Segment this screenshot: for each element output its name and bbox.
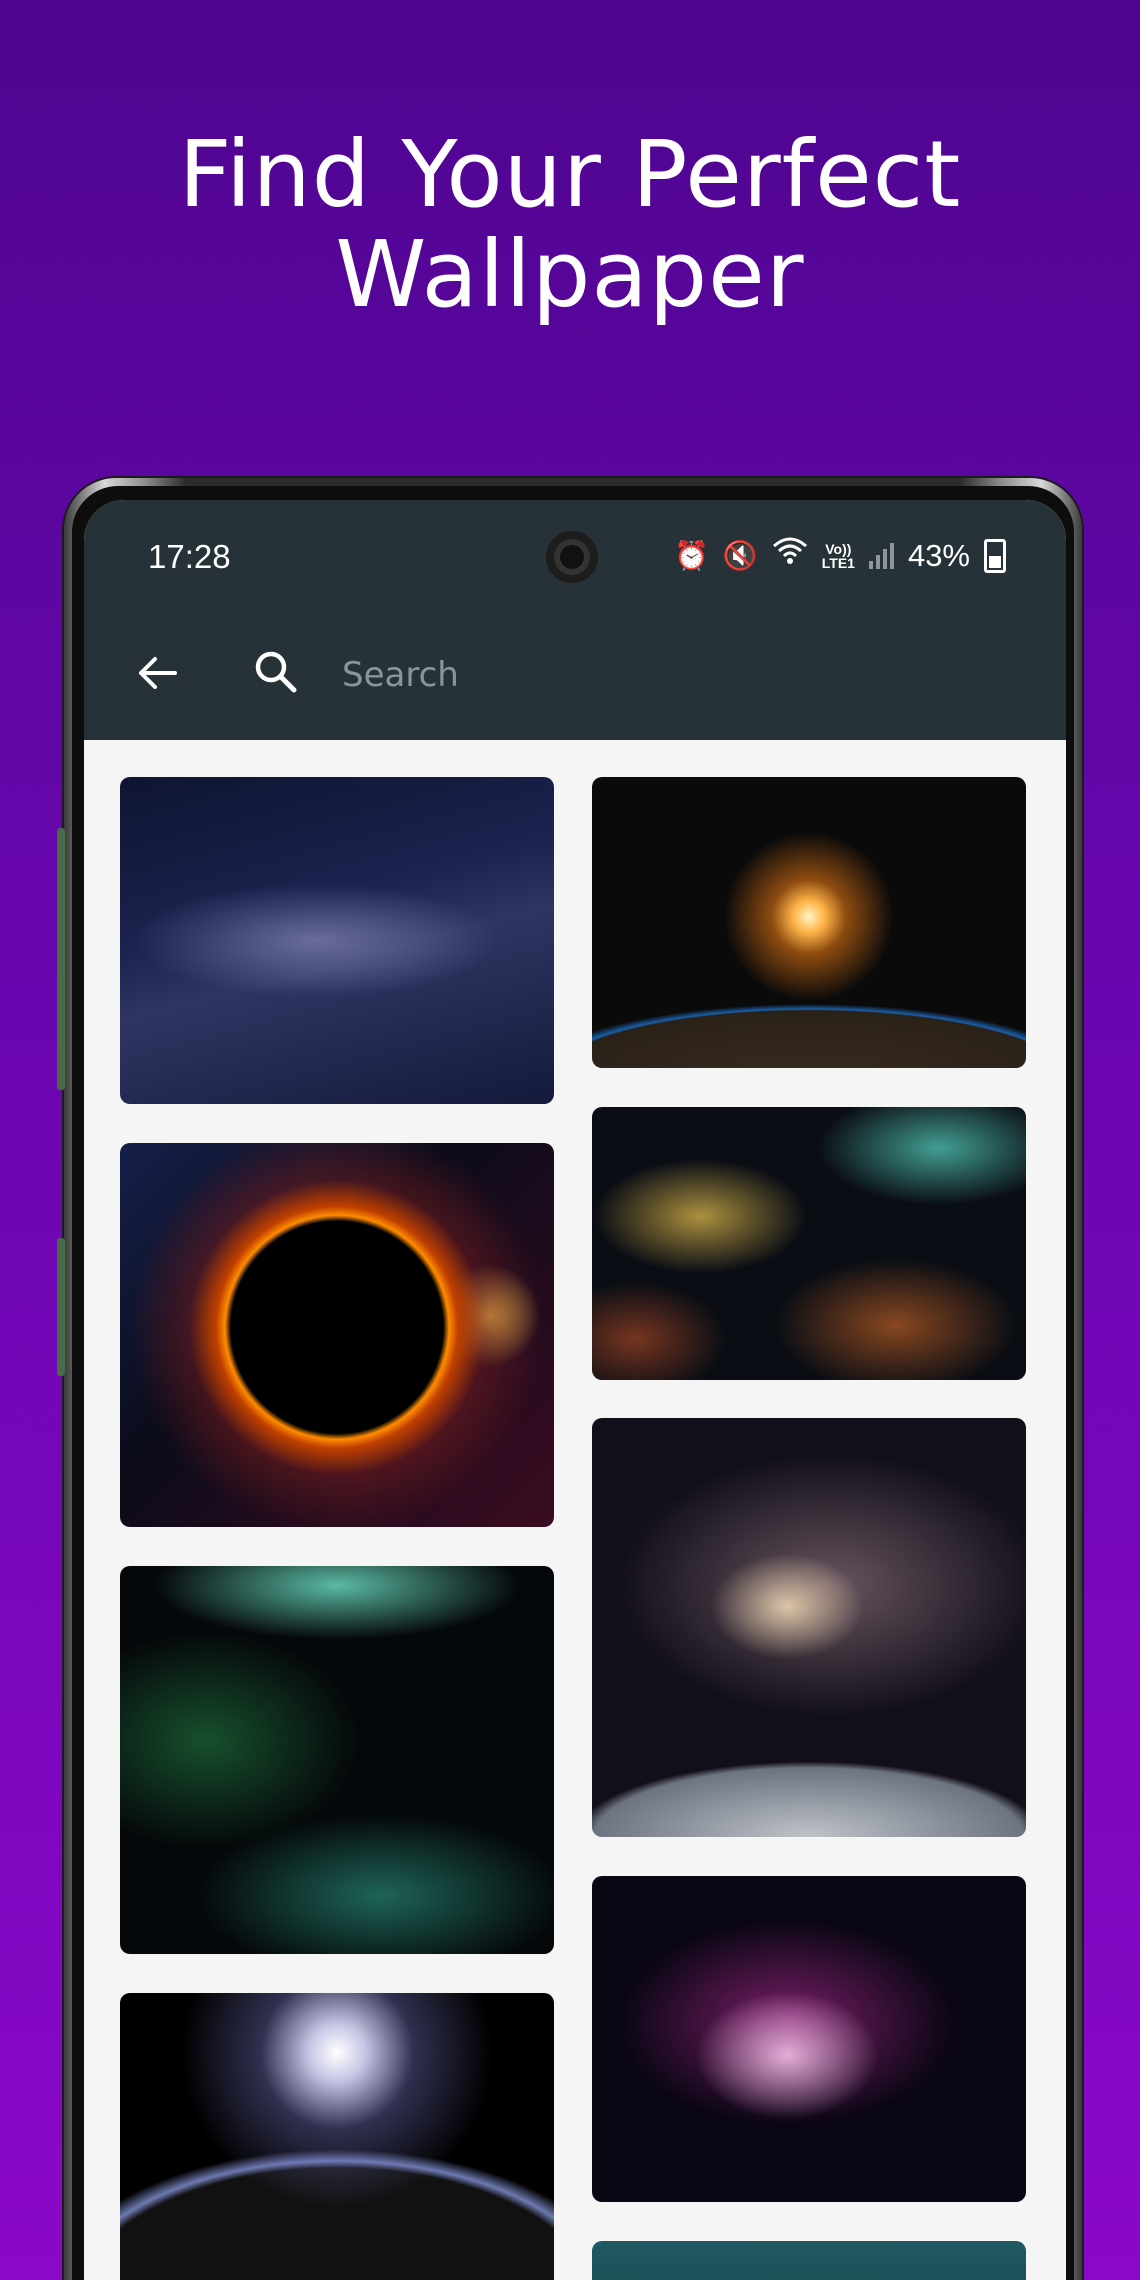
alarm-icon: ⏰	[674, 539, 709, 571]
app-bar: 17:28 ⏰ 🔇 Vo)) LTE1 43%	[84, 500, 1066, 740]
status-time: 17:28	[148, 538, 231, 575]
search-icon[interactable]	[242, 638, 312, 708]
volte-indicator: Vo)) LTE1	[822, 542, 855, 570]
front-camera	[546, 531, 598, 583]
battery-percent: 43%	[907, 537, 970, 573]
arrow-left-icon	[139, 657, 177, 689]
wifi-icon	[772, 536, 808, 575]
wallpaper-tile-planet-eclipse[interactable]	[120, 1993, 554, 2280]
phone-screen: 17:28 ⏰ 🔇 Vo)) LTE1 43%	[84, 500, 1066, 2280]
promo-title-line-1: Find Your Perfect	[178, 121, 962, 228]
wallpaper-tile-colorful-nebula[interactable]	[592, 1107, 1026, 1380]
wallpaper-tile-teal-space[interactable]	[592, 2241, 1026, 2280]
wallpaper-tile-purple-nebula[interactable]	[592, 1876, 1026, 2202]
mute-icon: 🔇	[722, 539, 758, 571]
signal-icon	[868, 542, 894, 569]
wallpaper-tile-solar-eclipse[interactable]	[120, 1143, 554, 1527]
promo-title: Find Your Perfect Wallpaper	[0, 125, 1140, 325]
wallpaper-tile-green-nebula[interactable]	[120, 1566, 554, 1954]
wallpaper-tile-galaxy-over-planet[interactable]	[592, 1418, 1026, 1837]
wallpaper-grid	[84, 740, 1066, 2280]
wallpaper-tile-sunrise-over-earth[interactable]	[592, 777, 1026, 1068]
status-icons: ⏰ 🔇 Vo)) LTE1 43%	[674, 536, 1006, 575]
wallpaper-tile-milky-way[interactable]	[120, 777, 554, 1104]
power-button	[57, 1238, 65, 1376]
search-input[interactable]	[340, 642, 1004, 708]
lte-label: LTE1	[821, 554, 855, 571]
back-button[interactable]	[122, 638, 192, 708]
battery-icon	[984, 538, 1006, 573]
volume-button	[57, 828, 65, 1090]
promo-title-line-2: Wallpaper	[335, 221, 805, 328]
